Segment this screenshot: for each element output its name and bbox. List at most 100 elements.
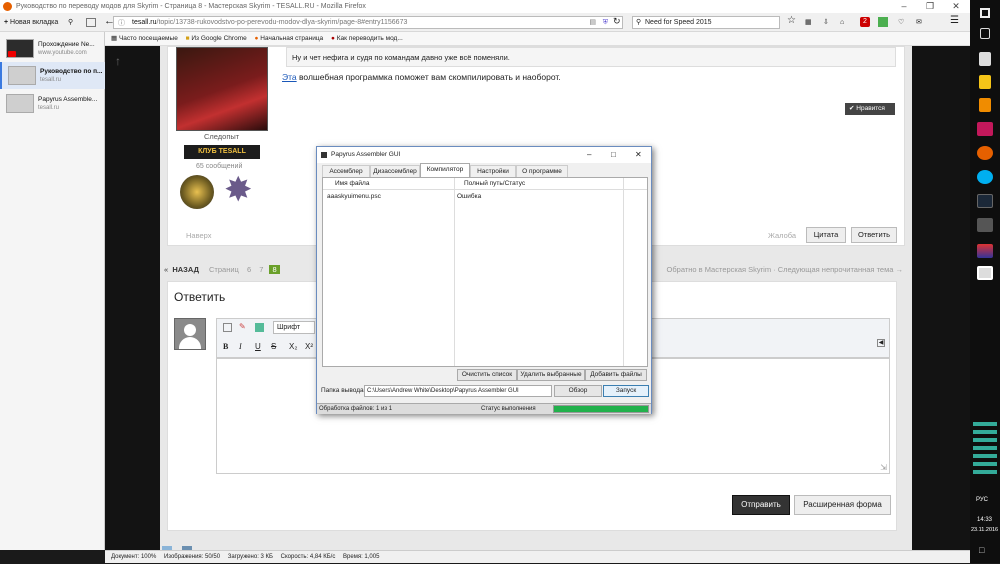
- youtube-icon: [8, 51, 16, 57]
- windows-start-icon[interactable]: [980, 8, 990, 18]
- search-input[interactable]: ⚲ Need for Speed 2015: [632, 16, 780, 29]
- messages-count: 65 сообщений: [196, 163, 243, 170]
- page-current[interactable]: 8: [269, 265, 280, 274]
- clear-list-button[interactable]: Очистить список: [457, 369, 517, 381]
- like-button[interactable]: ✔ Нравится: [845, 103, 895, 115]
- star-icon[interactable]: ☆: [787, 14, 796, 27]
- close-icon[interactable]: ✕: [944, 0, 968, 13]
- reader-icon[interactable]: ▤: [589, 17, 596, 28]
- language-indicator[interactable]: РУС: [976, 497, 988, 503]
- clock-time[interactable]: 14:33: [977, 517, 992, 523]
- page-6[interactable]: 6: [247, 265, 251, 274]
- back-link[interactable]: « НАЗАД: [164, 265, 199, 274]
- underline-icon[interactable]: U: [255, 342, 261, 351]
- strike-icon[interactable]: S: [271, 342, 276, 351]
- extension-icon[interactable]: [878, 17, 888, 27]
- scroll-top-icon[interactable]: ↑: [115, 54, 121, 68]
- top-link[interactable]: Наверх: [186, 231, 212, 240]
- superscript-icon[interactable]: X²: [305, 342, 313, 351]
- bookmark-most-visited[interactable]: ▦ Часто посещаемые: [111, 35, 178, 42]
- restore-icon[interactable]: ❐: [918, 0, 942, 13]
- search-icon[interactable]: ⚲: [68, 16, 73, 29]
- pocket-icon[interactable]: ♡: [898, 16, 904, 29]
- dialog-close-icon[interactable]: ✕: [635, 147, 642, 163]
- complain-link[interactable]: Жалоба: [768, 231, 796, 240]
- window-title: Руководство по переводу модов для Skyrim…: [16, 3, 366, 10]
- chat-icon[interactable]: ✉: [916, 16, 922, 29]
- page-7[interactable]: 7: [259, 265, 263, 274]
- output-folder-input[interactable]: C:\Users\Andrew White\Desktop\Papyrus As…: [364, 385, 552, 397]
- tab-disassembler[interactable]: Дизассемблер: [370, 165, 420, 177]
- italic-icon[interactable]: I: [239, 342, 242, 351]
- column-path-status[interactable]: Полный путь/Статус: [464, 178, 525, 190]
- browse-button[interactable]: Обзор: [554, 385, 602, 397]
- dialog-maximize-icon[interactable]: □: [611, 147, 616, 163]
- app-icon: [321, 152, 327, 158]
- column-filename[interactable]: Имя файла: [335, 178, 369, 190]
- table-row[interactable]: aaaskyuimenu.psc Ошибка: [323, 192, 623, 202]
- status-document: Документ: 100%: [111, 554, 157, 560]
- tab-assembler[interactable]: Ассемблер: [322, 165, 370, 177]
- reply-button[interactable]: Ответить: [851, 227, 897, 243]
- bookmarks-list-icon[interactable]: ▦: [805, 16, 812, 29]
- quote-button[interactable]: Цитата: [806, 227, 846, 243]
- new-tab-button[interactable]: + Новая вкладка: [4, 16, 64, 29]
- send-button[interactable]: Отправить: [732, 495, 790, 515]
- status-loaded: Загружено: 3 КБ: [227, 554, 273, 560]
- clock-date[interactable]: 23.11.2016: [971, 527, 998, 533]
- collapse-icon[interactable]: ◀: [877, 339, 885, 347]
- bookmark-label: Часто посещаемые: [118, 35, 178, 42]
- subscript-icon[interactable]: X₂: [289, 342, 297, 351]
- bookmark-chrome[interactable]: ■ Из Google Chrome: [186, 35, 247, 42]
- firefox-taskbar-icon[interactable]: [977, 146, 993, 160]
- file-manager-icon[interactable]: [979, 75, 991, 89]
- file-list[interactable]: Имя файла Полный путь/Статус aaaskyuimen…: [322, 177, 648, 367]
- program-link[interactable]: Эта: [282, 72, 297, 82]
- sidebar-tab-youtube[interactable]: Прохождение Ne... www.youtube.com: [0, 35, 105, 62]
- delete-selected-button[interactable]: Удалить выбранные: [517, 369, 585, 381]
- back-to-forum-link[interactable]: Обратно в Мастерская Skyrim · Следующая …: [667, 264, 903, 276]
- url-bar[interactable]: ⓘ tesall.ru/topic/13738-rukovodstvo-po-p…: [113, 16, 623, 29]
- sidebar-tab-papyrus[interactable]: Papyrus Assemble... tesall.ru: [0, 90, 105, 117]
- resize-handle-icon[interactable]: ⇲: [880, 463, 887, 472]
- photo-icon[interactable]: [977, 122, 993, 136]
- store-icon[interactable]: [979, 52, 991, 66]
- window-titlebar: Руководство по переводу модов для Skyrim…: [0, 0, 970, 13]
- task-view-icon[interactable]: [980, 28, 990, 39]
- run-button[interactable]: Запуск: [603, 385, 649, 397]
- bookmark-home[interactable]: ● Начальная страница: [255, 35, 324, 42]
- menu-icon[interactable]: ☰: [950, 14, 959, 27]
- dialog-minimize-icon[interactable]: –: [587, 147, 591, 163]
- minimize-icon[interactable]: –: [892, 0, 916, 13]
- font-select[interactable]: Шрифт: [273, 321, 315, 334]
- app-active-icon[interactable]: [977, 266, 993, 280]
- status-time: Время: 1,005: [343, 554, 380, 560]
- advanced-form-button[interactable]: Расширенная форма: [794, 495, 891, 515]
- skype-icon[interactable]: [977, 170, 993, 184]
- reload-icon[interactable]: ↻: [613, 15, 621, 28]
- add-files-button[interactable]: Добавить файлы: [585, 369, 647, 381]
- notification-badge[interactable]: 2: [860, 17, 870, 27]
- bold-icon[interactable]: B: [223, 342, 228, 351]
- steam-icon[interactable]: [977, 194, 993, 208]
- tab-compiler[interactable]: Компилятор: [420, 163, 470, 177]
- bookmark-translate[interactable]: ● Как переводить мод...: [331, 35, 403, 42]
- app-flag-icon[interactable]: [977, 244, 993, 258]
- sidebar-toggle-icon[interactable]: [86, 18, 96, 27]
- home-icon[interactable]: ⌂: [840, 16, 844, 29]
- pages-label: Страниц: [209, 265, 239, 274]
- tray-icons[interactable]: [973, 418, 997, 478]
- tab-title: Руководство по п...: [40, 68, 103, 75]
- sidebar-tab-guide[interactable]: Руководство по п... tesall.ru: [0, 62, 105, 89]
- download-icon[interactable]: ⇩: [823, 16, 829, 29]
- vlc-icon[interactable]: [979, 98, 991, 112]
- tab-about[interactable]: О программе: [516, 165, 568, 177]
- app-b-icon[interactable]: [977, 218, 993, 232]
- source-icon[interactable]: [223, 323, 232, 332]
- shield-icon[interactable]: ⛨: [603, 17, 608, 28]
- new-tab-label: Новая вкладка: [10, 19, 59, 26]
- notifications-icon[interactable]: □: [979, 545, 984, 555]
- tab-settings[interactable]: Настройки: [470, 165, 516, 177]
- image-icon[interactable]: [255, 323, 264, 332]
- eraser-icon[interactable]: ✎: [239, 322, 246, 331]
